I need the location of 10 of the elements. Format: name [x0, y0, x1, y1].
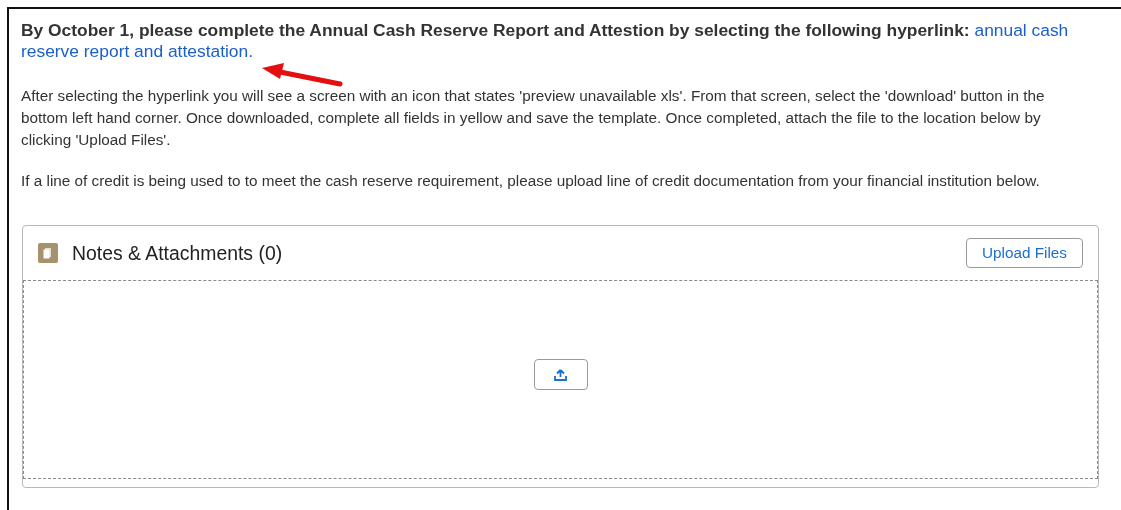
instruction-paragraph: If a line of credit is being used to to meet the cash reserve requirement, please upload line of credit documentation from your financial institution below.: [21, 171, 1041, 191]
document-icon: [38, 243, 58, 263]
card-title: Notes & Attachments (0): [72, 241, 284, 265]
upload-files-button[interactable]: Upload Files: [965, 238, 1083, 268]
hyperlink[interactable]: annual cash: [974, 20, 1069, 40]
instruction-paragraph: After selecting the hyperlink you will see a screen with an icon that states 'preview unavailable xls'. From that screen, select the 'download' button in the bottom left hand corner. Once downloaded, complete all fields in yellow and save the template. Once completed, attach the file to the location below by clicking 'Upload Files'.: [21, 86, 1046, 150]
hyperlink[interactable]: reserve report and attestation.: [21, 41, 253, 61]
upload-button[interactable]: [533, 359, 588, 390]
instruction-heading: By October 1, please complete the Annual Cash Reserve Report and Attestion by selecting the following hyperlink: annual cash reserve report and attestation.: [21, 20, 1070, 62]
upload-icon: [554, 368, 567, 381]
